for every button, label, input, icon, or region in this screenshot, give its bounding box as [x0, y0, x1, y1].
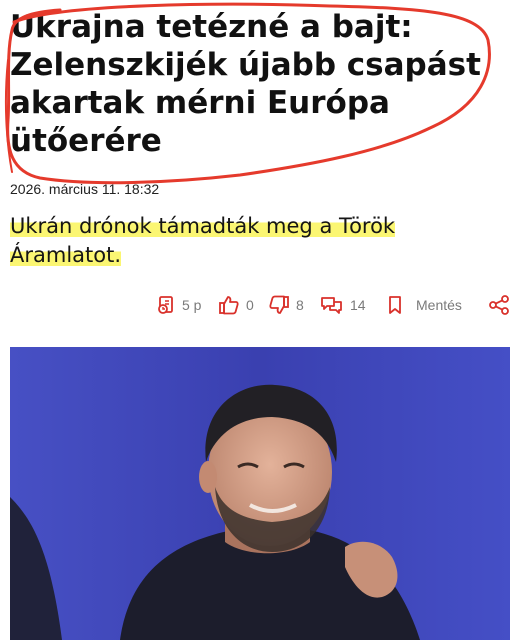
bookmark-icon	[389, 296, 401, 314]
comments-button[interactable]: 14	[320, 292, 366, 318]
comments-count: 14	[350, 297, 366, 313]
share-icon	[489, 295, 509, 315]
article-lead: Ukrán drónok támadták meg a Török Áramla…	[10, 212, 430, 270]
thumbs-up-icon	[219, 296, 239, 315]
article-action-bar: 5 p 0 8 14 Mentés	[0, 292, 519, 318]
article-photo	[10, 347, 510, 640]
headline-line: ütőerére	[10, 123, 162, 159]
article-dateline: 2026. március 11. 18:32	[10, 181, 159, 197]
lead-line: Ukrán drónok támadták meg a Török	[10, 214, 396, 238]
likes-count: 0	[246, 297, 254, 313]
portrait-illustration	[10, 347, 510, 640]
lead-line: Áramlatot.	[10, 243, 122, 267]
date-text: március 11. 18:32	[45, 181, 160, 197]
like-button[interactable]: 0	[218, 292, 254, 318]
article-headline: Ukrajna tetézné a bajt: Zelenszkijék úja…	[10, 8, 490, 160]
read-time-icon	[158, 296, 173, 314]
save-label: Mentés	[416, 297, 462, 313]
share-button[interactable]	[488, 292, 510, 318]
date-year: 2026.	[10, 181, 46, 197]
read-time: 5 p	[156, 292, 201, 318]
save-button[interactable]: Mentés	[386, 292, 462, 318]
read-time-value: 5 p	[182, 297, 202, 313]
thumbs-down-icon	[269, 295, 289, 314]
headline-line: akartak mérni Európa	[10, 85, 390, 121]
dislikes-count: 8	[296, 297, 304, 313]
dislike-button[interactable]: 8	[268, 292, 304, 318]
comments-icon	[321, 297, 342, 314]
headline-line: Zelenszkijék újabb csapást	[10, 47, 481, 83]
headline-line: Ukrajna tetézné a bajt:	[10, 9, 413, 45]
